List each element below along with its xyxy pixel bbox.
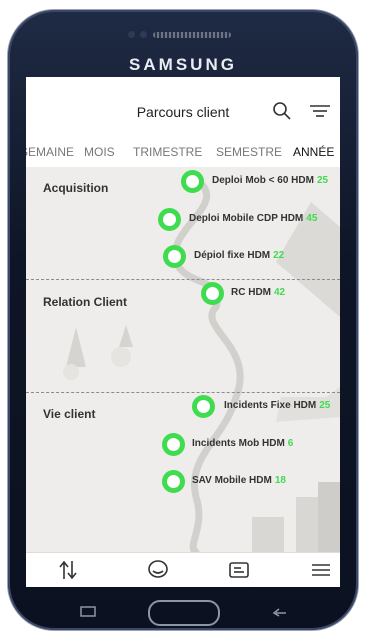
sensor-dot: [128, 31, 135, 38]
milestone-label[interactable]: Deploi Mobile CDP HDM 45: [189, 213, 317, 224]
bottom-nav: [26, 552, 340, 587]
milestone-node[interactable]: [201, 282, 224, 305]
milestone-label[interactable]: Dépiol fixe HDM 22: [194, 250, 284, 261]
menu-icon[interactable]: [309, 559, 333, 581]
landscape-illustration: [63, 173, 340, 552]
milestone-label[interactable]: Deploi Mob < 60 HDM 25: [212, 175, 328, 186]
tab-mois[interactable]: MOIS: [84, 145, 115, 159]
camera-dot: [140, 31, 147, 38]
section-acquisition: Acquisition: [43, 181, 109, 195]
period-tabs: SEMAINE MOIS TRIMESTRE SEMESTRE ANNÉE: [26, 143, 340, 167]
filter-icon[interactable]: [309, 103, 331, 119]
app-screen: Parcours client SEMAINE MOIS TRIMESTRE S…: [26, 77, 340, 587]
device-brand: SAMSUNG: [129, 55, 237, 74]
journey-map: Acquisition Relation Client Vie client D…: [26, 167, 340, 552]
section-vie-client: Vie client: [43, 407, 96, 421]
milestone-node[interactable]: [158, 208, 181, 231]
milestone-label[interactable]: Incidents Fixe HDM 25: [224, 400, 330, 411]
recent-apps-icon[interactable]: [79, 605, 97, 617]
milestone-node[interactable]: [163, 245, 186, 268]
milestone-label[interactable]: RC HDM 42: [231, 287, 285, 298]
home-button[interactable]: [148, 600, 220, 626]
phone-frame: SAMSUNG Parcours client SEMAINE MOIS TRI…: [8, 10, 358, 630]
tab-semaine[interactable]: SEMAINE: [26, 145, 74, 159]
sort-arrows-icon[interactable]: [56, 559, 80, 581]
milestone-node[interactable]: [162, 470, 185, 493]
section-divider: [26, 279, 340, 280]
milestone-label[interactable]: Incidents Mob HDM 6: [192, 438, 293, 449]
tab-trimestre[interactable]: TRIMESTRE: [133, 145, 202, 159]
milestone-label[interactable]: SAV Mobile HDM 18: [192, 475, 286, 486]
tab-semestre[interactable]: SEMESTRE: [216, 145, 282, 159]
milestone-node[interactable]: [162, 433, 185, 456]
chat-icon[interactable]: [146, 559, 170, 581]
back-icon[interactable]: [270, 603, 290, 617]
ticket-icon[interactable]: [227, 559, 251, 581]
earpiece-speaker: [153, 32, 231, 38]
tab-annee[interactable]: ANNÉE: [293, 145, 334, 159]
section-divider: [26, 392, 340, 393]
section-relation-client: Relation Client: [43, 295, 128, 309]
milestone-node[interactable]: [181, 170, 204, 193]
search-icon[interactable]: [272, 101, 292, 121]
hardware-buttons: [26, 588, 340, 628]
milestone-node[interactable]: [192, 395, 215, 418]
app-header: Parcours client: [26, 77, 340, 143]
page-title: Parcours client: [136, 104, 230, 120]
